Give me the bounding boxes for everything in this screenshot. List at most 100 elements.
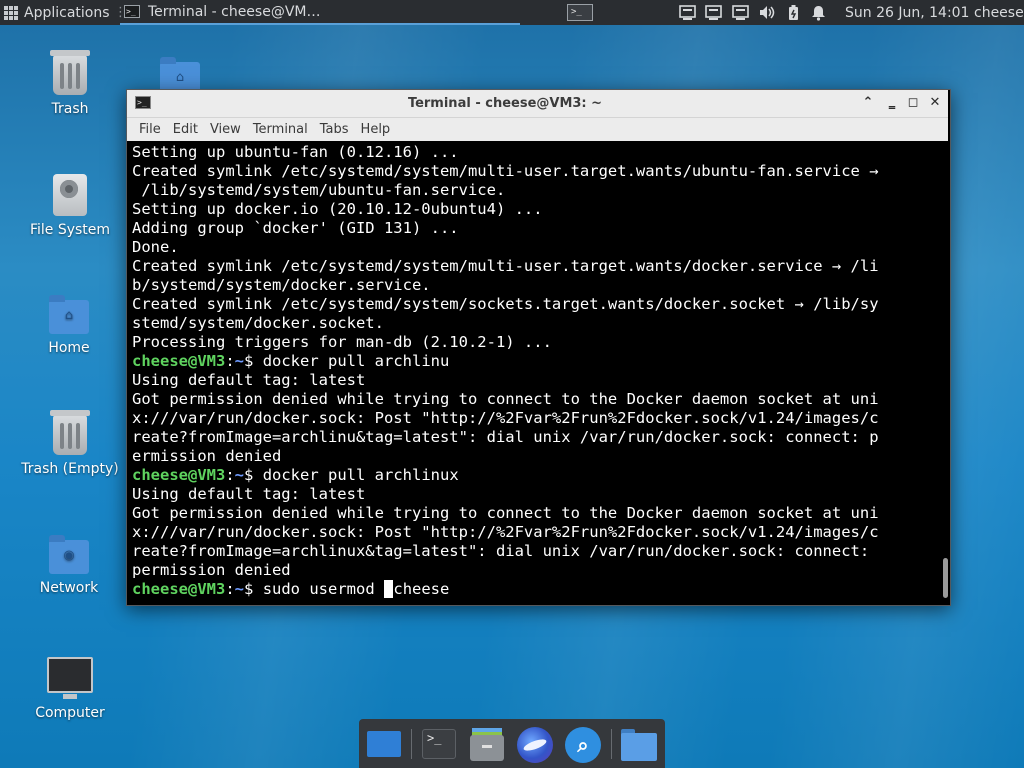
terminal-window[interactable]: >_ Terminal - cheese@VM3: ~ ⌃ ‗ ◻ ✕ File… — [126, 89, 951, 606]
dock-separator — [411, 729, 412, 759]
prompt-sep: : — [225, 466, 235, 484]
user-menu[interactable]: cheese — [974, 0, 1024, 25]
prompt-path: ~ — [234, 352, 245, 370]
network-folder-icon: ◉ — [49, 535, 89, 574]
monitor-icon — [47, 657, 93, 699]
terminal-line: reate?fromImage=archlinux&tag=latest": d… — [132, 542, 870, 560]
workspace-switcher[interactable]: >_ — [566, 0, 594, 25]
prompt-end: $ — [244, 352, 254, 370]
volume-icon[interactable] — [758, 4, 775, 21]
display-icon[interactable] — [705, 4, 722, 21]
prompt-path: ~ — [234, 580, 245, 598]
current-input: sudo usermod — [253, 580, 385, 598]
menu-help[interactable]: Help — [361, 122, 391, 137]
terminal-line: reate?fromImage=archlinu&tag=latest": di… — [132, 428, 879, 446]
prompt-end: $ — [244, 466, 254, 484]
terminal-icon[interactable]: >_ — [419, 725, 459, 765]
terminal-line: Using default tag: latest — [132, 371, 366, 389]
desktop-icon-label: Computer — [35, 705, 105, 721]
menu-terminal[interactable]: Terminal — [253, 122, 308, 137]
terminal-line: /lib/systemd/system/ubuntu-fan.service. — [132, 181, 506, 199]
battery-icon[interactable] — [785, 4, 802, 21]
terminal-line: x:///var/run/docker.sock: Post "http://%… — [132, 409, 879, 427]
command-text: docker pull archlinu — [253, 352, 450, 370]
menu-file[interactable]: File — [139, 122, 161, 137]
terminal-line: Setting up docker.io (20.10.12-0ubuntu4)… — [132, 200, 543, 218]
dock: >_ ⌕ — [359, 719, 665, 768]
home-folder-icon: ⌂ — [49, 295, 89, 334]
terminal-line: Adding group `docker' (GID 131) ... — [132, 219, 459, 237]
display-icon[interactable] — [679, 4, 696, 21]
prompt-path: ~ — [234, 466, 245, 484]
menu-edit[interactable]: Edit — [173, 122, 198, 137]
menu-view[interactable]: View — [210, 122, 241, 137]
taskbar-button-label: Terminal - cheese@VM… — [148, 3, 321, 20]
terminal-line: b/systemd/system/docker.service. — [132, 276, 431, 294]
terminal-line: Processing triggers for man-db (2.10.2-1… — [132, 333, 552, 351]
show-desktop-icon[interactable] — [364, 725, 404, 765]
applications-label: Applications — [24, 4, 110, 21]
menu-tabs[interactable]: Tabs — [320, 122, 349, 137]
window-title-bar[interactable]: >_ Terminal - cheese@VM3: ~ ⌃ ‗ ◻ ✕ — [127, 90, 948, 118]
shade-button[interactable]: ⌃ — [859, 94, 877, 112]
desktop-icon-computer[interactable]: Computer — [15, 657, 125, 721]
close-button[interactable]: ✕ — [926, 94, 944, 112]
prompt-sep: : — [225, 352, 235, 370]
scrollbar[interactable] — [942, 141, 948, 604]
terminal-line: Got permission denied while trying to co… — [132, 504, 879, 522]
prompt-end: $ — [244, 580, 254, 598]
terminal-line: stemd/system/docker.socket. — [132, 314, 384, 332]
folder-icon[interactable] — [619, 725, 659, 765]
desktop-icon-label: File System — [29, 222, 111, 238]
terminal-output[interactable]: Setting up ubuntu-fan (0.12.16) ... Crea… — [127, 141, 948, 604]
desktop-icon-label: Trash — [51, 101, 89, 117]
trash-icon — [50, 410, 90, 455]
dock-separator — [611, 729, 612, 759]
desktop-icon-trash[interactable]: Trash — [15, 50, 125, 117]
terminal-line: ermission denied — [132, 447, 282, 465]
applications-grid-icon — [4, 5, 18, 20]
terminal-line: x:///var/run/docker.sock: Post "http://%… — [132, 523, 879, 541]
notification-bell-icon[interactable] — [810, 4, 827, 21]
desktop-icon-file-system[interactable]: File System — [15, 174, 125, 238]
prompt-sep: : — [225, 580, 235, 598]
terminal-line: Using default tag: latest — [132, 485, 366, 503]
scrollbar-thumb[interactable] — [943, 558, 948, 598]
terminal-line: Created symlink /etc/systemd/system/sock… — [132, 295, 879, 313]
current-input-after-cursor: cheese — [393, 580, 450, 598]
minimize-button[interactable]: ‗ — [883, 94, 901, 112]
prompt-user: cheese@VM3 — [132, 466, 226, 484]
terminal-line: permission denied — [132, 561, 291, 579]
display-icon[interactable] — [732, 4, 749, 21]
window-title: Terminal - cheese@VM3: ~ — [407, 96, 603, 111]
desktop-icon-label: Home — [48, 340, 90, 356]
clock[interactable]: Sun 26 Jun, 14:01 — [845, 0, 969, 25]
file-manager-icon[interactable] — [467, 725, 507, 765]
desktop-icon-label: Trash (Empty) — [21, 461, 119, 477]
prompt-user: cheese@VM3 — [132, 352, 226, 370]
desktop-icon-home[interactable]: ⌂ Home — [14, 295, 124, 356]
workspace-terminal-icon: >_ — [567, 4, 593, 21]
terminal-line: Done. — [132, 238, 179, 256]
web-browser-icon[interactable] — [515, 725, 555, 765]
terminal-icon: >_ — [124, 5, 140, 18]
top-panel: Applications ⋮ >_ Terminal - cheese@VM… … — [0, 0, 1024, 25]
drive-icon — [53, 174, 87, 216]
terminal-line: Created symlink /etc/systemd/system/mult… — [132, 257, 879, 275]
taskbar-button-terminal[interactable]: >_ Terminal - cheese@VM… — [120, 0, 520, 25]
trash-icon — [50, 50, 90, 95]
terminal-text: Setting up ubuntu-fan (0.12.16) ... Crea… — [132, 143, 879, 599]
terminal-line: Setting up ubuntu-fan (0.12.16) ... — [132, 143, 459, 161]
terminal-line: Got permission denied while trying to co… — [132, 390, 879, 408]
command-text: docker pull archlinux — [253, 466, 459, 484]
maximize-button[interactable]: ◻ — [904, 94, 922, 112]
applications-menu[interactable]: Applications — [4, 0, 110, 25]
menu-bar: File Edit View Terminal Tabs Help — [127, 118, 948, 141]
terminal-line: Created symlink /etc/systemd/system/mult… — [132, 162, 879, 180]
app-finder-icon[interactable]: ⌕ — [563, 725, 603, 765]
desktop-icon-network[interactable]: ◉ Network — [14, 535, 124, 596]
desktop-icon-label: Network — [39, 580, 99, 596]
prompt-user: cheese@VM3 — [132, 580, 226, 598]
desktop-icon-trash-empty[interactable]: Trash (Empty) — [15, 410, 125, 477]
text-cursor — [384, 580, 394, 598]
